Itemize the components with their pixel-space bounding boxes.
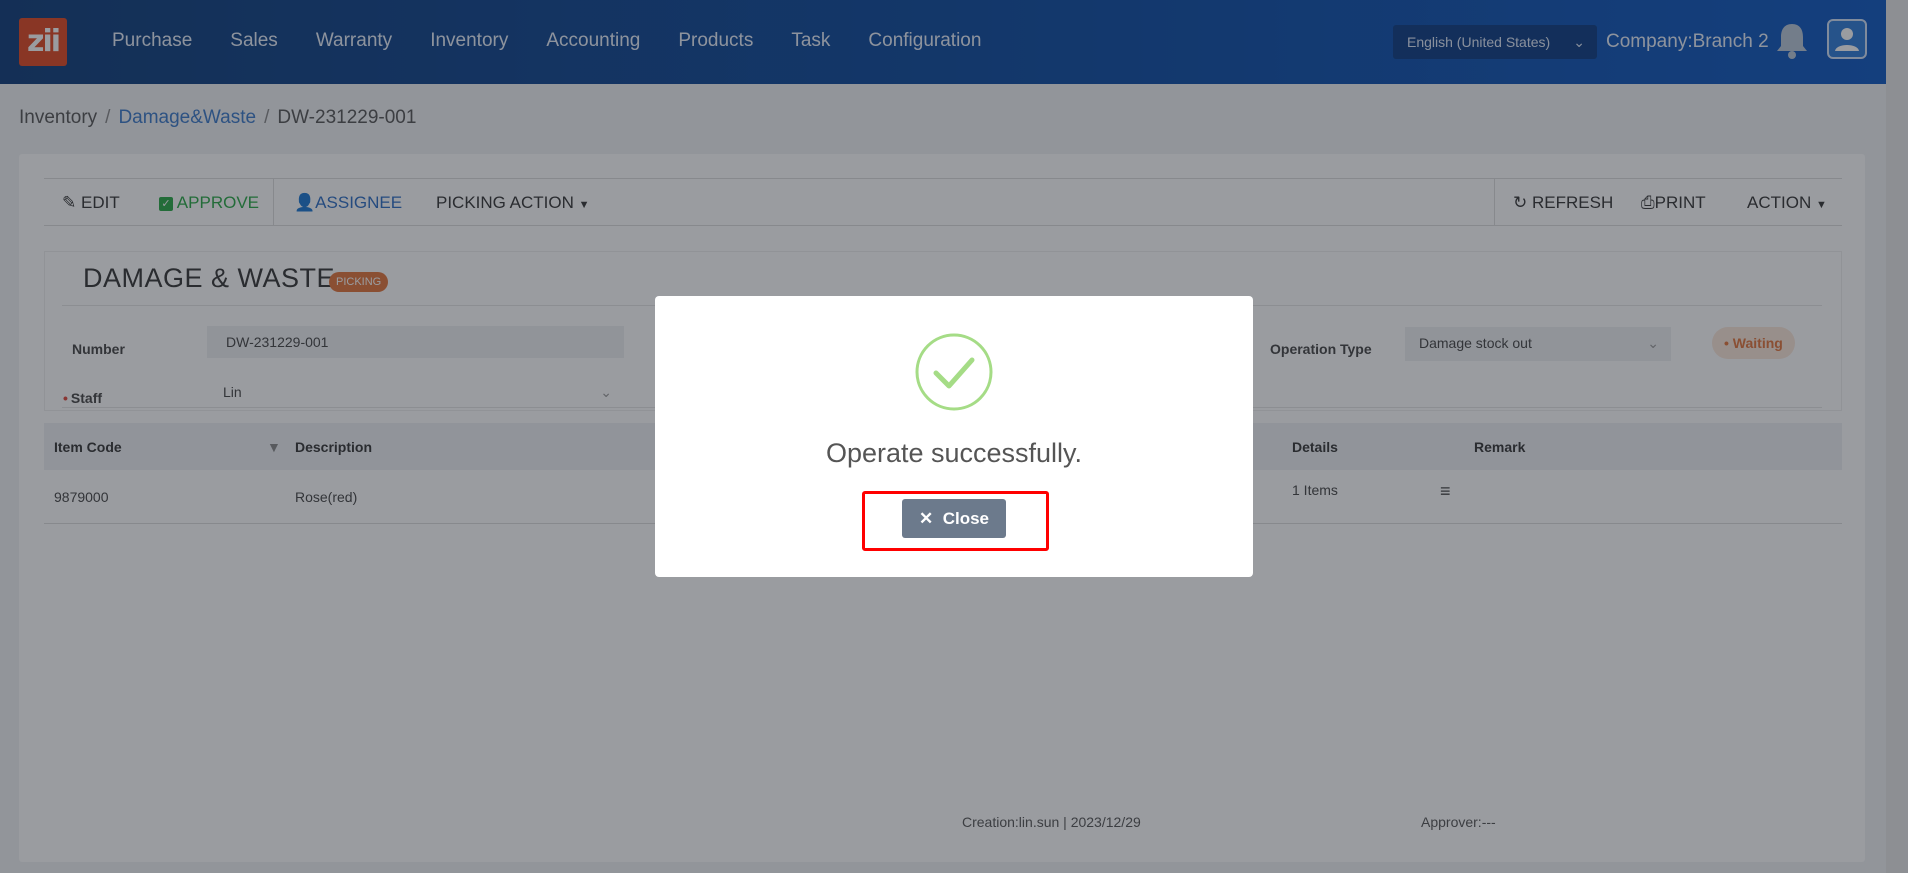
highlight-annotation-box bbox=[862, 491, 1049, 551]
success-check-icon bbox=[915, 333, 993, 411]
dialog-message: Operate successfully. bbox=[825, 438, 1083, 468]
